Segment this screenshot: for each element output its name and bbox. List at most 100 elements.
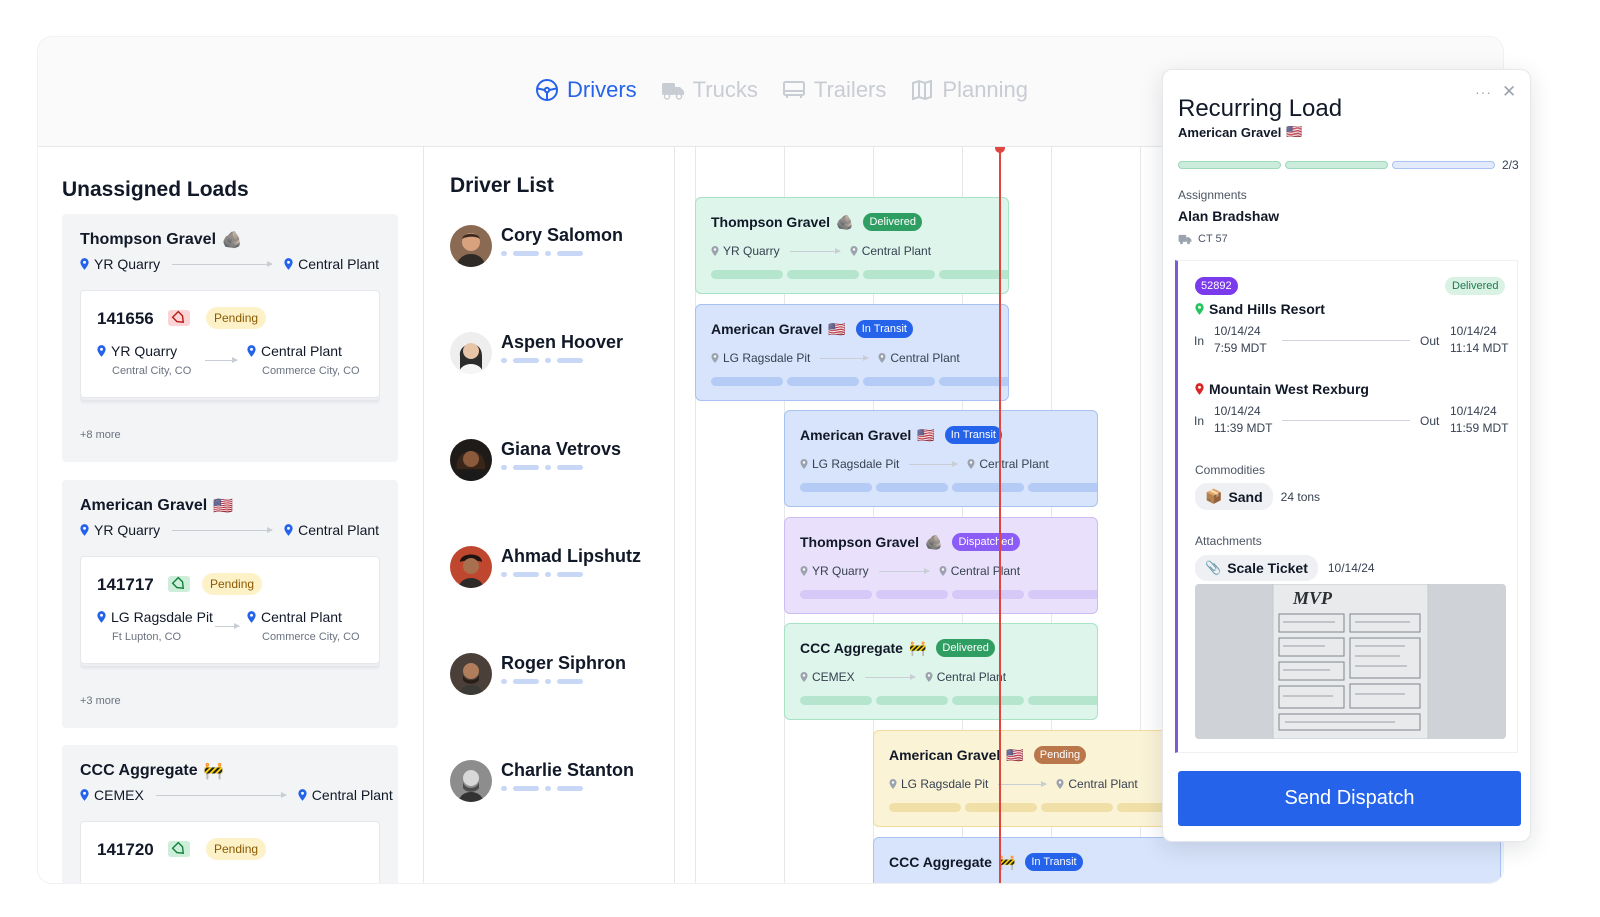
more-link[interactable]: +8 more [80,429,121,441]
route-from: CEMEX [812,670,855,684]
block-company: CCC Aggregate [889,854,992,870]
more-options-icon[interactable]: ··· [1475,84,1492,100]
status-badge: Dispatched [952,533,1020,551]
schedule-block[interactable]: CCC Aggregate 🚧 In Transit [873,837,1501,883]
assigned-driver[interactable]: Alan Bradshaw [1178,208,1279,224]
schedule-block[interactable]: American Gravel 🇺🇸 In Transit LG Ragsdal… [695,304,1009,401]
location-pin-icon [800,566,808,576]
status-badge: Pending [206,838,267,860]
group-route: YR Quarry Central Plant [80,522,379,538]
tab-drivers[interactable]: Drivers [535,77,637,103]
assigned-truck[interactable]: CT 57 [1178,232,1228,246]
driver-meta [501,465,583,470]
card-from: LG Ragsdale Pit [97,609,213,625]
location-pin-icon [284,258,293,270]
out-date: 10/14/24 [1450,324,1497,338]
stop-name-text: Mountain West Rexburg [1209,381,1369,397]
in-time: 7:59 MDT [1214,341,1267,355]
scale-ticket-image[interactable]: MVP [1195,584,1506,739]
load-card[interactable]: 141717 Pending LG Ragsdale Pit Ft Lupton… [80,556,380,664]
location-pin-icon [925,672,933,682]
block-bars [800,696,1097,705]
card-to-name: Central Plant [261,343,342,359]
status-badge: Delivered [1445,277,1506,295]
card-from-city: Central City, CO [112,365,192,377]
load-group[interactable]: American Gravel 🇺🇸 YR Quarry Central Pla… [62,480,398,728]
route-to: Central Plant [936,670,1007,684]
block-company: Thompson Gravel [711,214,831,230]
load-group[interactable]: CCC Aggregate 🚧 CEMEX Central Plant 1417… [62,745,398,883]
location-pin-icon [711,246,719,256]
block-title: American Gravel 🇺🇸 In Transit [800,426,1002,444]
driver-row[interactable]: Roger Siphron [450,653,670,697]
schedule-block[interactable]: Thompson Gravel 🪨 Delivered YR Quarry Ce… [695,197,1009,294]
arrow-right-icon [172,526,274,533]
arrow-right-icon [909,460,959,467]
more-link[interactable]: +3 more [80,695,121,707]
arrow-right-icon [878,567,930,574]
route-to: Central Plant [861,244,932,258]
arrow-right-icon [820,354,870,361]
load-card[interactable]: 141720 Pending [80,821,380,883]
location-pin-icon [247,611,256,623]
schedule-block[interactable]: American Gravel 🇺🇸 Pending LG Ragsdale P… [873,730,1187,827]
close-icon[interactable]: ✕ [1502,82,1516,102]
tab-planning[interactable]: Planning [910,77,1028,103]
status-badge: Delivered [936,639,995,657]
arrow-right-icon [155,791,287,798]
route-to: Central Plant [950,564,1021,578]
tab-trucks[interactable]: Trucks [661,77,758,103]
location-pin-icon [889,779,897,789]
block-company: American Gravel [711,321,823,337]
driver-row[interactable]: Giana Vetrovs [450,439,670,483]
commodity-chip[interactable]: 📦 Sand [1195,483,1273,510]
arrow-right-icon [172,260,274,267]
load-stops-card: 52892 Delivered Sand Hills Resort In 10/… [1175,260,1518,753]
route-to: Central Plant [890,351,960,365]
panel-title: Recurring Load [1178,95,1343,122]
schedule-block[interactable]: American Gravel 🇺🇸 In Transit LG Ragsdal… [784,410,1098,507]
route-to: Central Plant [1068,777,1138,791]
stop-name[interactable]: Mountain West Rexburg [1195,381,1369,397]
schedule-block[interactable]: CCC Aggregate 🚧 Delivered CEMEX Central … [784,623,1098,720]
commodities-label: Commodities [1195,463,1266,477]
current-time-marker[interactable] [995,147,1005,153]
tab-label: Trailers [813,77,887,102]
load-card[interactable]: 141656 Pending YR Quarry Central City, C… [80,290,380,398]
trailer-icon [782,81,805,98]
out-time: 11:14 MDT [1450,341,1509,355]
location-pin-icon [800,459,808,469]
nav-tabs: Drivers Trucks Trailers Planning [535,77,1028,103]
status-badge: In Transit [944,426,1002,444]
tab-label: Planning [942,77,1029,102]
driver-row[interactable]: Charlie Stanton [450,760,670,804]
tab-trailers[interactable]: Trailers [782,77,887,103]
in-label: In [1194,414,1205,428]
arrow-right-icon [215,623,240,629]
load-group[interactable]: Thompson Gravel 🪨 YR Quarry Central Plan… [62,214,398,462]
panel-company: American Gravel 🇺🇸 [1178,124,1303,140]
company-emoji: 🇺🇸 [213,498,234,515]
driver-row[interactable]: Ahmad Lipshutz [450,546,670,590]
driver-name: Ahmad Lipshutz [501,546,641,566]
driver-row[interactable]: Cory Salomon [450,225,670,269]
card-from-city: Ft Lupton, CO [112,631,182,643]
schedule-block[interactable]: Thompson Gravel 🪨 Dispatched YR Quarry C… [784,517,1098,614]
current-time-line [999,147,1001,883]
attachment-chip[interactable]: 📎 Scale Ticket [1195,555,1318,581]
driver-name: Cory Salomon [501,225,624,245]
driver-row[interactable]: Aspen Hoover [450,332,670,376]
out-time: 11:59 MDT [1450,421,1509,435]
commodity-row: 📦 Sand 24 tons [1195,483,1320,510]
card-to: Central Plant [247,609,342,625]
stop-name[interactable]: Sand Hills Resort [1195,301,1325,317]
progress-count: 2/3 [1502,158,1519,172]
location-pin-icon [1195,383,1204,395]
stop-name-text: Sand Hills Resort [1209,301,1325,317]
location-pin-icon [298,789,307,801]
location-pin-icon [939,566,947,576]
out-date: 10/14/24 [1450,404,1497,418]
route-from: LG Ragsdale Pit [812,457,900,471]
block-title: CCC Aggregate 🚧 Delivered [800,639,995,657]
send-dispatch-button[interactable]: Send Dispatch [1178,771,1521,826]
